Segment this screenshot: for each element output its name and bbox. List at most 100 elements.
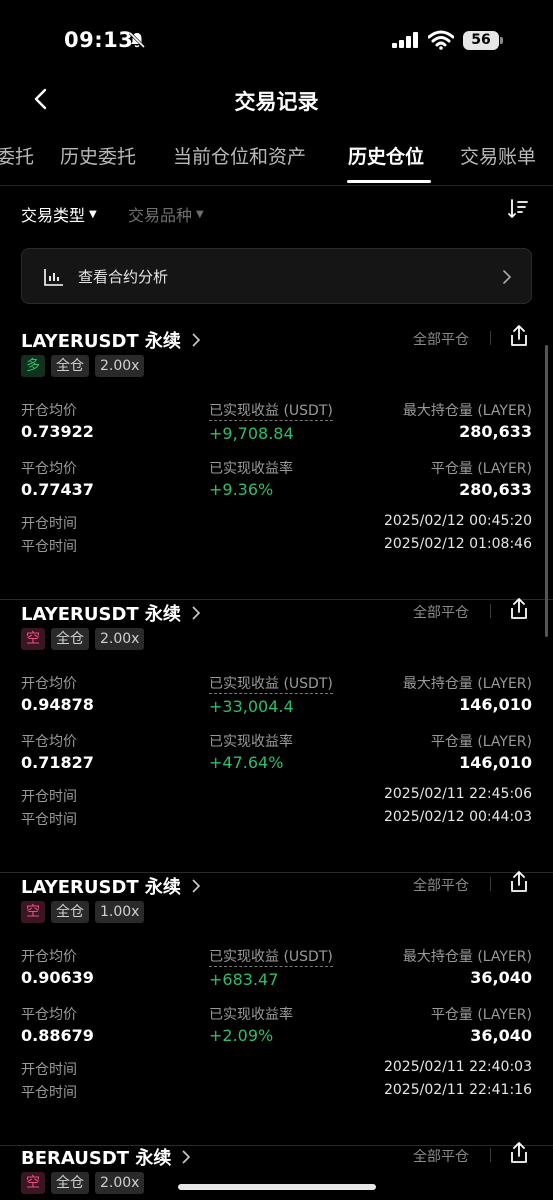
realized-pnl-label[interactable]: 已实现收益 (USDT) — [209, 676, 333, 694]
share-icon[interactable] — [509, 871, 529, 893]
caret-down-icon: ▼ — [196, 208, 204, 220]
realized-rate-value: +47.64% — [209, 753, 284, 772]
realized-rate-label: 已实现收益率 — [209, 734, 293, 750]
tab-trade-bills[interactable]: 交易账单 — [460, 142, 536, 169]
tab-current-positions[interactable]: 当前仓位和资产 — [173, 142, 306, 169]
open-avg-label: 开仓均价 — [21, 949, 77, 965]
sort-icon[interactable] — [507, 198, 529, 220]
margin-mode-badge: 全仓 — [51, 1172, 89, 1194]
realized-rate-value: +9.36% — [209, 480, 274, 499]
tab-order-history[interactable]: 历史委托 — [60, 142, 136, 169]
cellular-signal-icon — [392, 32, 418, 48]
battery-tip — [500, 37, 503, 44]
share-icon[interactable] — [509, 325, 529, 347]
divider — [490, 331, 491, 345]
realized-rate-label: 已实现收益率 — [209, 461, 293, 477]
position-tags: 多 全仓 2.00x — [21, 355, 145, 377]
open-time-value: 2025/02/11 22:45:06 — [383, 786, 532, 802]
close-all-button[interactable]: 全部平仓 — [413, 1146, 469, 1166]
open-time-label: 开仓时间 — [21, 1062, 77, 1078]
contract-analysis-button[interactable]: 查看合约分析 — [21, 248, 532, 304]
header: 交易记录 — [0, 78, 553, 122]
open-time-label: 开仓时间 — [21, 516, 77, 532]
side-badge: 空 — [21, 1172, 45, 1194]
side-badge: 空 — [21, 901, 45, 923]
close-avg-label: 平仓均价 — [21, 734, 77, 750]
wifi-icon — [428, 30, 454, 50]
close-all-button[interactable]: 全部平仓 — [413, 329, 469, 349]
realized-pnl-label[interactable]: 已实现收益 (USDT) — [209, 949, 333, 967]
realized-pnl-value: +683.47 — [209, 970, 279, 989]
tab-position-history[interactable]: 历史仓位 — [348, 142, 424, 169]
max-hold-value: 146,010 — [459, 695, 532, 714]
position-card[interactable]: LAYERUSDT 永续 全部平仓 空 全仓 1.00x 开仓均价 0.9063… — [0, 871, 553, 1146]
position-tags: 空 全仓 1.00x — [21, 901, 145, 923]
position-symbol[interactable]: BERAUSDT 永续 — [21, 1144, 191, 1170]
open-avg-value: 0.90639 — [21, 968, 94, 987]
realized-pnl-value: +9,708.84 — [209, 424, 294, 443]
position-card[interactable]: BERAUSDT 永续 全部平仓 空 全仓 2.00x — [0, 1142, 553, 1200]
close-all-button[interactable]: 全部平仓 — [413, 875, 469, 895]
bell-muted-icon — [128, 31, 146, 49]
chevron-right-icon — [192, 333, 201, 347]
close-avg-label: 平仓均价 — [21, 1007, 77, 1023]
position-card[interactable]: LAYERUSDT 永续 全部平仓 多 全仓 2.00x 开仓均价 0.7392… — [0, 325, 553, 600]
close-avg-value: 0.88679 — [21, 1026, 94, 1045]
divider — [490, 1148, 491, 1162]
position-symbol[interactable]: LAYERUSDT 永续 — [21, 873, 201, 899]
leverage-badge: 1.00x — [95, 901, 145, 923]
contract-analysis-label: 查看合约分析 — [78, 268, 169, 286]
home-indicator[interactable] — [178, 1184, 376, 1190]
max-hold-label: 最大持仓量 (LAYER) — [402, 949, 532, 965]
position-card[interactable]: LAYERUSDT 永续 全部平仓 空 全仓 2.00x 开仓均价 0.9487… — [0, 598, 553, 873]
close-avg-label: 平仓均价 — [21, 461, 77, 477]
close-time-label: 平仓时间 — [21, 1085, 77, 1101]
realized-pnl-value: +33,004.4 — [209, 697, 294, 716]
side-badge: 多 — [21, 355, 45, 377]
chevron-right-icon — [182, 1150, 191, 1164]
chevron-right-icon — [192, 606, 201, 620]
closed-qty-label: 平仓量 (LAYER) — [430, 1007, 532, 1023]
share-icon[interactable] — [509, 598, 529, 620]
max-hold-value: 36,040 — [470, 968, 532, 987]
tab-orders[interactable]: 委托 — [0, 142, 34, 169]
active-tab-indicator — [347, 180, 431, 183]
close-time-value: 2025/02/12 00:44:03 — [383, 809, 532, 825]
open-time-value: 2025/02/11 22:40:03 — [383, 1059, 532, 1075]
close-time-value: 2025/02/12 01:08:46 — [383, 536, 532, 552]
position-symbol-label: LAYERUSDT 永续 — [21, 604, 181, 625]
position-tags: 空 全仓 2.00x — [21, 628, 145, 650]
position-symbol[interactable]: LAYERUSDT 永续 — [21, 327, 201, 353]
closed-qty-label: 平仓量 (LAYER) — [430, 734, 532, 750]
closed-qty-label: 平仓量 (LAYER) — [430, 461, 532, 477]
max-hold-value: 280,633 — [459, 422, 532, 441]
close-avg-value: 0.71827 — [21, 753, 94, 772]
trade-symbol-filter[interactable]: 交易品种 ▼ — [128, 202, 204, 226]
position-symbol-label: LAYERUSDT 永续 — [21, 331, 181, 352]
open-avg-value: 0.94878 — [21, 695, 94, 714]
margin-mode-badge: 全仓 — [51, 901, 89, 923]
closed-qty-value: 280,633 — [459, 480, 532, 499]
realized-rate-value: +2.09% — [209, 1026, 274, 1045]
close-time-value: 2025/02/11 22:41:16 — [383, 1082, 532, 1098]
open-time-value: 2025/02/12 00:45:20 — [383, 513, 532, 529]
open-avg-label: 开仓均价 — [21, 676, 77, 692]
tab-bar: 委托 历史委托 当前仓位和资产 历史仓位 交易账单 — [0, 136, 553, 186]
close-avg-value: 0.77437 — [21, 480, 94, 499]
realized-pnl-label[interactable]: 已实现收益 (USDT) — [209, 403, 333, 421]
close-time-label: 平仓时间 — [21, 539, 77, 555]
close-all-button[interactable]: 全部平仓 — [413, 602, 469, 622]
open-avg-label: 开仓均价 — [21, 403, 77, 419]
leverage-badge: 2.00x — [95, 355, 145, 377]
open-avg-value: 0.73922 — [21, 422, 94, 441]
trade-type-filter[interactable]: 交易类型 ▼ — [21, 202, 97, 226]
margin-mode-badge: 全仓 — [51, 628, 89, 650]
position-symbol-label: BERAUSDT 永续 — [21, 1148, 172, 1169]
leverage-badge: 2.00x — [95, 1172, 145, 1194]
position-symbol[interactable]: LAYERUSDT 永续 — [21, 600, 201, 626]
share-icon[interactable] — [509, 1142, 529, 1164]
divider — [490, 604, 491, 618]
filter-bar: 交易类型 ▼ 交易品种 ▼ — [0, 196, 553, 230]
scrollbar[interactable] — [545, 345, 548, 637]
trade-symbol-label: 交易品种 — [128, 206, 193, 225]
